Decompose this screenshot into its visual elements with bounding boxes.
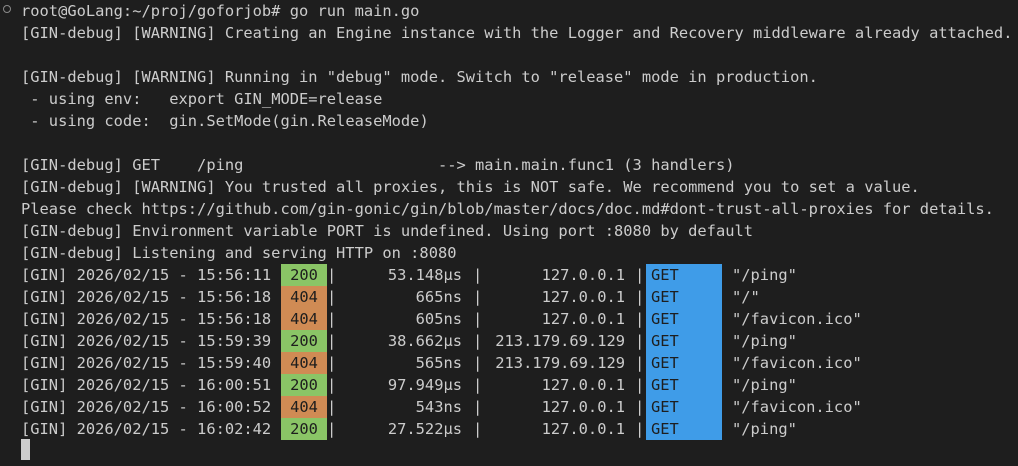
status-badge: 200 <box>281 374 327 396</box>
prompt-line: root@GoLang:~/proj/goforjob# go run main… <box>21 2 420 20</box>
log-client-ip: 127.0.0.1 <box>541 398 625 416</box>
log-client-ip: 127.0.0.1 <box>541 266 625 284</box>
log-timestamp: [GIN] 2026/02/15 - 16:00:51 | <box>21 376 290 394</box>
log-path: "/favicon.ico" <box>732 354 862 372</box>
log-latency: 27.522µs <box>387 420 462 438</box>
log-row: [GIN] 2026/02/15 - 15:56:18 | 404 | 665ns | 1… <box>0 286 1018 308</box>
log-timestamp: [GIN] 2026/02/15 - 16:02:42 | <box>21 420 290 438</box>
terminal-cursor[interactable] <box>21 439 30 460</box>
method-badge: GET <box>646 308 722 330</box>
log-latency: 605ns <box>415 310 462 328</box>
log-row: [GIN] 2026/02/15 - 16:00:52 | 404 | 543ns | 1… <box>0 396 1018 418</box>
output-line: Please check https://github.com/gin-goni… <box>21 200 994 218</box>
log-latency: 97.949µs <box>387 376 462 394</box>
status-badge: 404 <box>281 286 327 308</box>
separator: | <box>635 288 645 306</box>
separator: | <box>327 332 337 350</box>
separator: | <box>635 354 645 372</box>
method-badge: GET <box>646 286 722 308</box>
log-path: "/ping" <box>732 266 797 284</box>
log-row: [GIN] 2026/02/15 - 16:02:42 | 200 | 27.522µ… <box>0 418 1018 440</box>
separator: | <box>327 376 337 394</box>
output-line: - using env: export GIN_MODE=release <box>21 90 383 108</box>
separator: | <box>635 398 645 416</box>
separator: | <box>635 376 645 394</box>
log-client-ip: 127.0.0.1 <box>541 420 625 438</box>
prompt-status-icon <box>3 5 11 13</box>
log-path: "/favicon.ico" <box>732 310 862 328</box>
status-badge: 404 <box>281 308 327 330</box>
output-line: [GIN-debug] Listening and serving HTTP o… <box>21 244 457 262</box>
log-timestamp: [GIN] 2026/02/15 - 16:00:52 | <box>21 398 290 416</box>
output-line: [GIN-debug] [WARNING] You trusted all pr… <box>21 178 920 196</box>
separator: | <box>327 398 337 416</box>
log-row: [GIN] 2026/02/15 - 16:00:51 | 200 | 97.949µ… <box>0 374 1018 396</box>
status-badge: 404 <box>281 352 327 374</box>
separator: | <box>635 420 645 438</box>
separator: | <box>327 288 337 306</box>
log-timestamp: [GIN] 2026/02/15 - 15:59:40 | <box>21 354 290 372</box>
separator: | <box>327 354 337 372</box>
log-path: "/ping" <box>732 332 797 350</box>
log-timestamp: [GIN] 2026/02/15 - 15:59:39 | <box>21 332 290 350</box>
log-client-ip: 127.0.0.1 <box>541 310 625 328</box>
method-badge: GET <box>646 330 722 352</box>
separator: | <box>635 266 645 284</box>
separator: | <box>635 332 645 350</box>
log-client-ip: 213.179.69.129 <box>495 332 625 350</box>
method-badge: GET <box>646 418 722 440</box>
log-client-ip: 127.0.0.1 <box>541 376 625 394</box>
status-badge: 200 <box>281 330 327 352</box>
log-client-ip: 213.179.69.129 <box>495 354 625 372</box>
log-row: [GIN] 2026/02/15 - 15:59:40 | 404 | 565ns | 2… <box>0 352 1018 374</box>
separator: | <box>327 266 337 284</box>
log-latency: 543ns <box>415 398 462 416</box>
method-badge: GET <box>646 396 722 418</box>
method-badge: GET <box>646 352 722 374</box>
output-line: [GIN-debug] [WARNING] Creating an Engine… <box>21 24 1013 42</box>
log-latency: 38.662µs <box>387 332 462 350</box>
status-badge: 200 <box>281 264 327 286</box>
output-line: - using code: gin.SetMode(gin.ReleaseMod… <box>21 112 429 130</box>
log-path: "/ping" <box>732 420 797 438</box>
log-latency: 565ns <box>415 354 462 372</box>
log-client-ip: 127.0.0.1 <box>541 288 625 306</box>
method-badge: GET <box>646 264 722 286</box>
method-badge: GET <box>646 374 722 396</box>
log-path: "/" <box>732 288 760 306</box>
separator: | <box>327 310 337 328</box>
log-timestamp: [GIN] 2026/02/15 - 15:56:11 | <box>21 266 290 284</box>
log-latency: 53.148µs <box>387 266 462 284</box>
log-timestamp: [GIN] 2026/02/15 - 15:56:18 | <box>21 288 290 306</box>
log-timestamp: [GIN] 2026/02/15 - 15:56:18 | <box>21 310 290 328</box>
log-row: [GIN] 2026/02/15 - 15:59:39 | 200 | 38.662µ… <box>0 330 1018 352</box>
log-row: [GIN] 2026/02/15 - 15:56:11 | 200 | 53.148µ… <box>0 264 1018 286</box>
terminal-window[interactable]: root@GoLang:~/proj/goforjob# go run main… <box>0 0 1018 466</box>
output-line: [GIN-debug] [WARNING] Running in "debug"… <box>21 68 818 86</box>
log-latency: 665ns <box>415 288 462 306</box>
separator: | <box>635 310 645 328</box>
status-badge: 404 <box>281 396 327 418</box>
output-line: [GIN-debug] Environment variable PORT is… <box>21 222 754 240</box>
status-badge: 200 <box>281 418 327 440</box>
separator: | <box>327 420 337 438</box>
log-path: "/ping" <box>732 376 797 394</box>
output-line: [GIN-debug] GET /ping --> main.main.func… <box>21 156 735 174</box>
log-row: [GIN] 2026/02/15 - 15:56:18 | 404 | 605ns | 1… <box>0 308 1018 330</box>
log-path: "/favicon.ico" <box>732 398 862 416</box>
